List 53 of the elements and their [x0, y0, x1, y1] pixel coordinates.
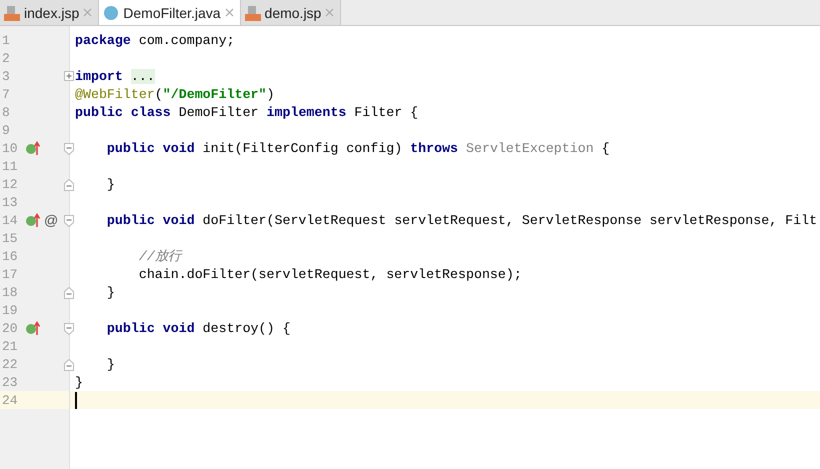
line-number: 12: [1, 176, 19, 192]
class-icon: [103, 4, 120, 20]
line-number: 24: [1, 392, 19, 408]
fold-plus-icon[interactable]: [64, 71, 74, 81]
implements-method-icon[interactable]: [26, 213, 42, 227]
fold-end-icon[interactable]: [64, 179, 74, 191]
line-number: 17: [1, 266, 19, 282]
line-number: 7: [1, 86, 11, 102]
code-line: public class DemoFilter implements Filter {: [74, 104, 418, 120]
fold-collapse-icon[interactable]: [64, 143, 74, 155]
line-number: 3: [1, 68, 11, 84]
code-line: public void init(FilterConfig config) throws ServletException {: [106, 140, 610, 156]
code-line: package com.company;: [74, 32, 235, 48]
line-number: 23: [1, 374, 19, 390]
jsp-file-icon: [244, 4, 261, 20]
code-line: public void destroy() {: [106, 320, 290, 336]
line-number: 19: [1, 302, 19, 318]
file-tab[interactable]: demo.jsp: [240, 0, 342, 25]
line-number: 22: [1, 356, 19, 372]
file-tab[interactable]: index.jsp: [0, 0, 100, 25]
code-line: }: [74, 374, 83, 390]
at-sign-icon[interactable]: @: [44, 212, 58, 228]
line-number: 14: [1, 212, 19, 228]
line-number: 1: [1, 32, 11, 48]
line-number: 9: [1, 122, 11, 138]
text-cursor: [75, 392, 77, 408]
line-number: 11: [1, 158, 19, 174]
code-line: }: [106, 356, 115, 372]
line-number: 16: [1, 248, 19, 264]
code-line: import ...: [74, 68, 155, 84]
implements-method-icon[interactable]: [26, 321, 42, 335]
close-icon[interactable]: [224, 8, 234, 17]
line-number: 2: [1, 50, 11, 66]
fold-end-icon[interactable]: [64, 359, 74, 371]
code-line: public void doFilter(ServletRequest servletRequest, ServletResponse servletResponse, Filt: [106, 212, 818, 228]
fold-collapse-icon[interactable]: [64, 323, 74, 335]
line-number: 8: [1, 104, 11, 120]
code-line: @WebFilter("/DemoFilter"): [74, 86, 274, 102]
code-line: }: [106, 284, 115, 300]
line-number: 18: [1, 284, 19, 300]
line-number: 15: [1, 230, 19, 246]
line-number: 20: [1, 320, 19, 336]
implements-method-icon[interactable]: [26, 141, 42, 155]
code-line: //放行: [138, 248, 181, 265]
file-tab[interactable]: DemoFilter.java: [99, 0, 241, 25]
fold-collapse-icon[interactable]: [64, 215, 74, 227]
line-number: 10: [1, 140, 19, 156]
jsp-file-icon: [4, 4, 20, 20]
line-number: 21: [1, 338, 19, 354]
code-line: chain.doFilter(servletRequest, servletResponse);: [138, 266, 522, 282]
code-line: }: [106, 176, 115, 192]
line-number: 13: [1, 194, 19, 210]
fold-end-icon[interactable]: [64, 287, 74, 299]
